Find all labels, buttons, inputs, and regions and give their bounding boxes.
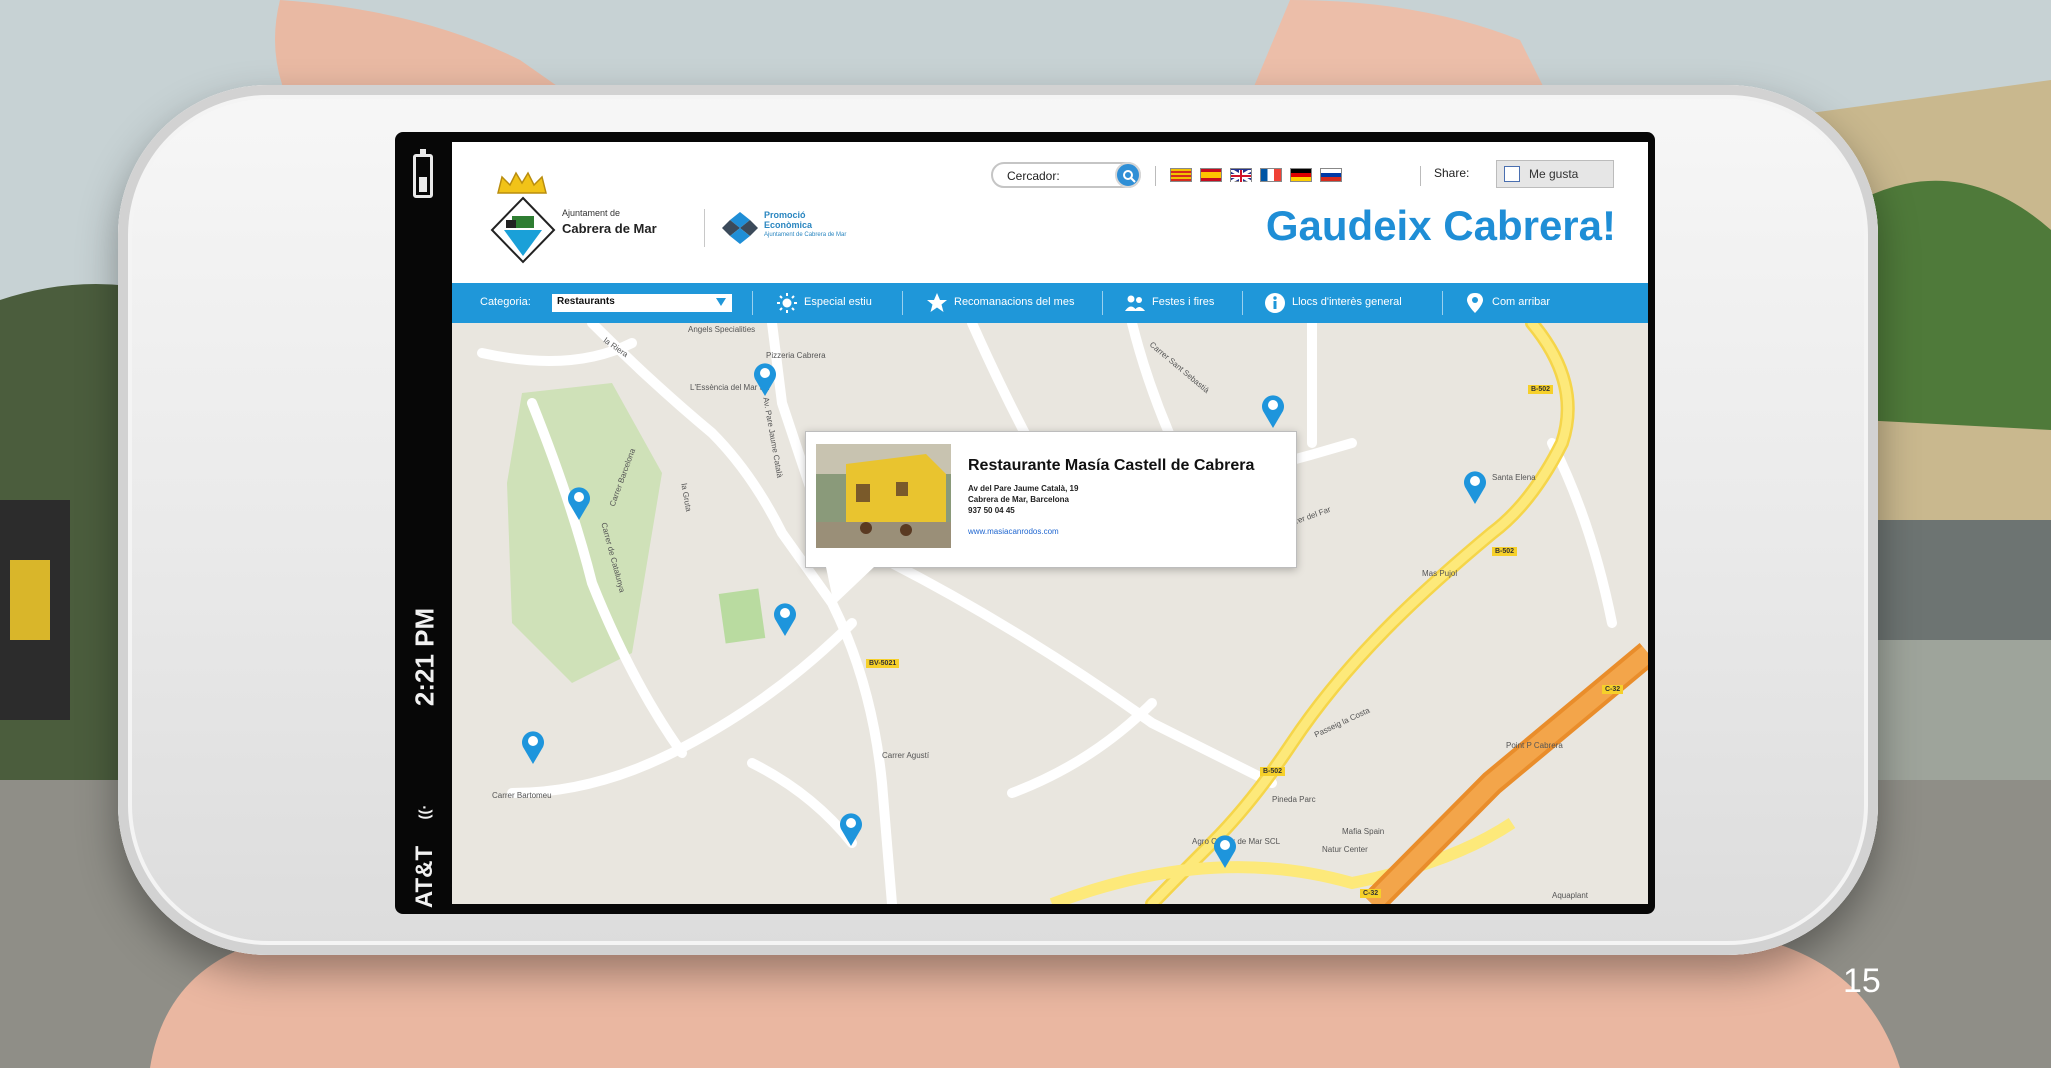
slide-page-number: 15: [1843, 962, 1881, 1000]
map-roads: [452, 323, 1648, 904]
road-tag: C-32: [1360, 889, 1382, 898]
facebook-like-button[interactable]: Me gusta: [1496, 160, 1614, 188]
map-label: Natur Center: [1322, 845, 1368, 854]
map-view[interactable]: Angels Specialities la Riera Pizzeria Ca…: [452, 323, 1648, 904]
status-time: 2:21 PM: [409, 607, 440, 707]
restaurant-info-popup[interactable]: Restaurante Masía Castell de Cabrera Av …: [805, 431, 1297, 605]
main-navigation: Categoria: Restaurants Especial estiu Re…: [452, 283, 1648, 323]
catalan-flag-icon[interactable]: [1170, 168, 1192, 182]
restaurant-map-pin[interactable]: [838, 811, 864, 847]
restaurant-map-pin[interactable]: [566, 485, 592, 521]
coat-of-arms-logo[interactable]: [490, 196, 556, 264]
nav-item-recomanacions[interactable]: Recomanacions del mes: [954, 296, 1074, 308]
restaurant-photo[interactable]: [816, 444, 951, 548]
website-screen: Ajuntament de Cabrera de Mar Promoció Ec…: [452, 142, 1648, 904]
search-input[interactable]: Cercador:: [991, 162, 1141, 188]
nav-item-festes-fires[interactable]: Festes i fires: [1152, 296, 1214, 308]
star-icon: [927, 293, 947, 312]
category-select-value: Restaurants: [557, 296, 615, 307]
promo-title: Promoció Econòmica: [764, 210, 813, 230]
share-label: Share:: [1434, 166, 1470, 180]
restaurant-website-link[interactable]: www.masiacanrodos.com: [968, 527, 1059, 536]
map-label: Pineda Parc: [1272, 795, 1316, 804]
restaurant-map-pin[interactable]: [520, 729, 546, 765]
status-carrier: AT&T: [411, 845, 438, 909]
road-tag: B-502: [1260, 767, 1286, 776]
site-header: Ajuntament de Cabrera de Mar Promoció Ec…: [452, 142, 1648, 283]
restaurant-phone: 937 50 04 45: [968, 506, 1015, 515]
search-label: Cercador:: [1007, 169, 1060, 183]
header-divider: [1155, 166, 1156, 186]
uk-flag-icon[interactable]: [1230, 168, 1252, 184]
restaurant-map-pin[interactable]: [772, 601, 798, 637]
sun-icon: [777, 293, 797, 313]
map-label: Carrer Agustí: [882, 751, 930, 760]
nav-separator: [902, 291, 903, 315]
thumbs-up-icon: [1504, 166, 1520, 182]
municipality-name[interactable]: Cabrera de Mar: [562, 221, 657, 236]
status-bar: 2:21 PM ((· AT&T: [395, 132, 455, 914]
map-label: Carrer Bartomeu: [492, 791, 552, 800]
road-tag: C-32: [1602, 685, 1624, 694]
map-label: Mas Pujol: [1422, 569, 1458, 578]
category-select[interactable]: Restaurants: [552, 294, 732, 312]
chevron-down-icon: [716, 298, 726, 306]
popup-pointer: [826, 567, 874, 605]
promocio-economica-logo[interactable]: [720, 210, 760, 246]
map-label: Santa Elena: [1492, 473, 1536, 482]
nav-separator: [1242, 291, 1243, 315]
nav-separator: [1442, 291, 1443, 315]
nav-separator: [1102, 291, 1103, 315]
french-flag-icon[interactable]: [1260, 168, 1282, 182]
site-slogan: Gaudeix Cabrera!: [1265, 202, 1616, 249]
municipality-small-text: Ajuntament de: [562, 208, 621, 218]
map-label: Pizzeria Cabrera: [766, 351, 826, 360]
road-tag: B-502: [1492, 547, 1518, 556]
header-divider: [1420, 166, 1421, 186]
map-label: Aquaplant: [1552, 891, 1589, 900]
restaurant-map-pin[interactable]: [1212, 833, 1238, 869]
spanish-flag-icon[interactable]: [1200, 168, 1222, 182]
restaurant-map-pin[interactable]: [752, 361, 778, 397]
nav-separator: [752, 291, 753, 315]
german-flag-icon[interactable]: [1290, 168, 1312, 182]
road-tag: B-502: [1528, 385, 1554, 394]
nav-item-especial-estiu[interactable]: Especial estiu: [804, 296, 872, 308]
restaurant-address: Av del Pare Jaume Català, 19 Cabrera de …: [968, 484, 1079, 515]
search-button[interactable]: [1115, 162, 1141, 188]
restaurant-map-pin[interactable]: [1462, 469, 1488, 505]
nav-item-com-arribar[interactable]: Com arribar: [1492, 296, 1550, 308]
logo-divider: [704, 209, 705, 247]
like-label: Me gusta: [1529, 167, 1579, 181]
battery-icon: [413, 149, 433, 198]
map-label: Mafia Spain: [1342, 827, 1385, 836]
restaurant-map-pin[interactable]: [1260, 393, 1286, 429]
search-icon: [1123, 170, 1136, 183]
wifi-icon: ((·: [416, 804, 434, 820]
crown-icon: [497, 171, 547, 194]
road-tag: BV-5021: [866, 659, 900, 668]
restaurant-name: Restaurante Masía Castell de Cabrera: [968, 457, 1255, 474]
people-icon: [1125, 295, 1145, 311]
location-pin-icon: [1467, 293, 1483, 313]
map-label: Angels Specialities: [688, 325, 756, 334]
info-icon: [1265, 293, 1285, 313]
nav-item-llocs-interes[interactable]: Llocs d'interès general: [1292, 296, 1402, 308]
map-label: Point P Cabrera: [1506, 741, 1563, 750]
promo-subtitle: Ajuntament de Cabrera de Mar: [764, 232, 847, 238]
category-label: Categoria:: [480, 296, 531, 308]
russian-flag-icon[interactable]: [1320, 168, 1342, 182]
